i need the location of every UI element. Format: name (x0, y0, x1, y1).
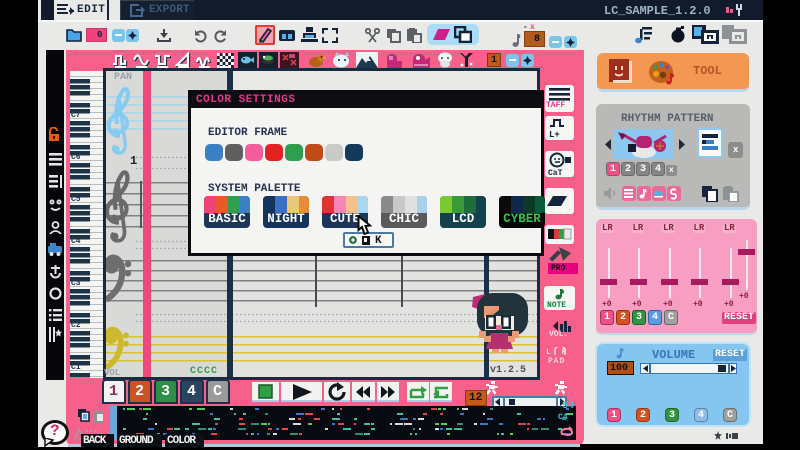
svg-text:L+: L+ (549, 130, 560, 140)
svg-text:CaT: CaT (548, 169, 563, 177)
svg-text:1: 1 (130, 154, 137, 168)
svg-text:NOTE: NOTE (547, 301, 566, 310)
